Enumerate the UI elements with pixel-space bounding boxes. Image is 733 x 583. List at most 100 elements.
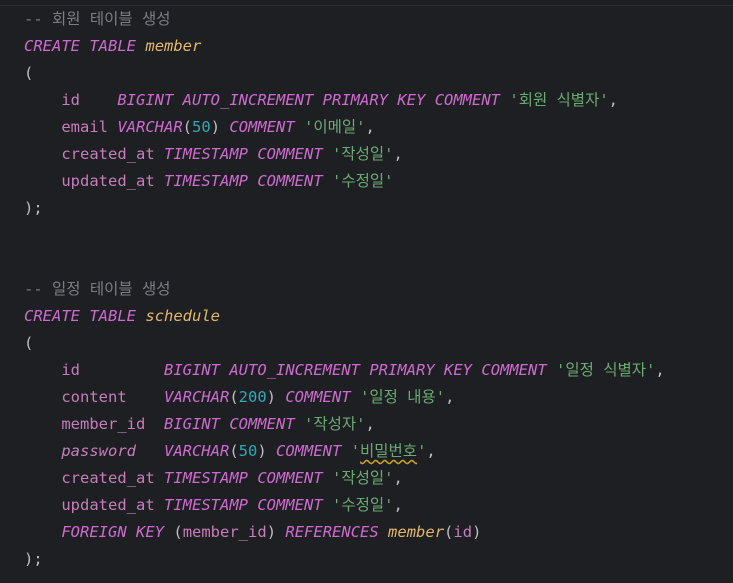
token-ws xyxy=(267,442,276,460)
token-ws xyxy=(425,91,434,109)
token-str: ' xyxy=(350,442,361,460)
code-line[interactable]: ); xyxy=(24,195,43,222)
token-ws xyxy=(323,469,332,487)
token-kw: COMMENT xyxy=(257,145,323,163)
token-ws xyxy=(295,118,304,136)
token-punct: , xyxy=(608,91,618,109)
code-line[interactable]: email VARCHAR(50) COMMENT '이메일', xyxy=(24,114,375,141)
code-line[interactable]: password VARCHAR(50) COMMENT '비밀번호', xyxy=(24,438,436,465)
token-name: member xyxy=(145,37,202,55)
code-line[interactable]: ( xyxy=(24,330,33,357)
token-ws xyxy=(24,523,61,541)
token-punct: , xyxy=(365,415,375,433)
token-str: '일정 내용' xyxy=(360,388,446,406)
token-field: created_at xyxy=(61,469,155,487)
token-ws xyxy=(248,172,257,190)
token-kw: PRIMARY xyxy=(369,361,435,379)
token-paren: ( xyxy=(229,388,239,406)
token-ws xyxy=(276,523,285,541)
token-punct: , xyxy=(426,442,436,460)
token-ws xyxy=(379,523,388,541)
token-field: updated_at xyxy=(61,496,155,514)
token-str: '회원 식별자' xyxy=(509,91,609,109)
token-field: updated_at xyxy=(61,172,155,190)
code-line[interactable]: member_id BIGINT COMMENT '작성자', xyxy=(24,411,375,438)
token-ws xyxy=(341,442,350,460)
token-kw: CREATE xyxy=(24,37,80,55)
token-paren: ) xyxy=(210,118,221,136)
token-punct: , xyxy=(655,361,665,379)
token-field: content xyxy=(61,388,127,406)
token-punct: , xyxy=(393,469,403,487)
token-kw: COMMENT xyxy=(481,361,547,379)
code-line[interactable]: CREATE TABLE schedule xyxy=(24,303,220,330)
token-ws xyxy=(24,469,61,487)
token-punct: , xyxy=(393,496,403,514)
code-editor[interactable]: -- 회원 테이블 생성 CREATE TABLE member ( id BIGI… xyxy=(0,0,733,583)
token-str: 비밀번호 xyxy=(360,442,418,460)
code-line[interactable]: CREATE TABLE member xyxy=(24,33,201,60)
code-line[interactable]: FOREIGN KEY (member_id) REFERENCES membe… xyxy=(24,519,481,546)
code-line[interactable]: -- 회원 테이블 생성 xyxy=(24,6,170,33)
token-num: 50 xyxy=(192,118,211,136)
token-paren: ) xyxy=(266,523,277,541)
token-str: '작성자' xyxy=(304,415,366,433)
token-kw: COMMENT xyxy=(257,469,323,487)
token-ws xyxy=(24,91,61,109)
token-name: member xyxy=(388,523,445,541)
token-field: created_at xyxy=(61,145,155,163)
token-ws xyxy=(155,145,164,163)
token-ws xyxy=(24,496,61,514)
token-num: 50 xyxy=(238,442,258,460)
token-str: '수정일' xyxy=(332,496,394,514)
token-str: '이메일' xyxy=(304,118,366,136)
token-kw: TIMESTAMP xyxy=(164,145,248,163)
token-kw: VARCHAR xyxy=(163,442,230,460)
code-line[interactable]: ( xyxy=(24,60,33,87)
token-paren: ( xyxy=(24,64,34,82)
token-str: '작성일' xyxy=(332,469,394,487)
token-ws xyxy=(360,361,369,379)
code-line[interactable]: updated_at TIMESTAMP COMMENT '수정일' xyxy=(24,168,393,195)
token-ws xyxy=(220,361,229,379)
token-ws xyxy=(127,388,164,406)
token-kw: COMMENT xyxy=(434,91,501,109)
token-paren: ( xyxy=(24,334,34,352)
token-name: schedule xyxy=(145,307,221,325)
token-comment: -- 회원 테이블 생성 xyxy=(24,10,171,28)
code-line[interactable]: created_at TIMESTAMP COMMENT '작성일', xyxy=(24,465,403,492)
token-kw: KEY xyxy=(136,523,164,541)
token-ws xyxy=(173,91,182,109)
code-line[interactable]: created_at TIMESTAMP COMMENT '작성일', xyxy=(24,141,402,168)
token-ws xyxy=(24,145,61,163)
token-paren: ( xyxy=(182,118,193,136)
token-kw: BIGINT xyxy=(117,91,174,109)
code-line[interactable]: updated_at TIMESTAMP COMMENT '수정일', xyxy=(24,492,403,519)
token-kw: COMMENT xyxy=(276,442,342,460)
token-ws xyxy=(323,172,332,190)
token-kw: CREATE xyxy=(24,307,80,325)
token-punct: , xyxy=(365,118,375,136)
token-kw: VARCHAR xyxy=(163,388,230,406)
token-kw: BIGINT xyxy=(164,361,220,379)
token-ws xyxy=(435,361,444,379)
token-kw: TABLE xyxy=(89,307,137,325)
token-ws xyxy=(220,415,229,433)
token-kw: REFERENCES xyxy=(285,523,379,541)
token-kw: KEY xyxy=(444,361,473,379)
code-line[interactable]: id BIGINT AUTO_INCREMENT PRIMARY KEY COM… xyxy=(24,357,665,384)
code-line[interactable]: -- 일정 테이블 생성 xyxy=(24,276,170,303)
token-ws xyxy=(248,145,257,163)
code-line[interactable]: content VARCHAR(200) COMMENT '일정 내용', xyxy=(24,384,454,411)
token-ws xyxy=(136,442,164,460)
code-line[interactable]: id BIGINT AUTO_INCREMENT PRIMARY KEY COM… xyxy=(24,87,618,114)
code-line[interactable]: ); xyxy=(24,546,43,573)
token-field: member_id xyxy=(182,523,267,541)
token-ws xyxy=(24,415,61,433)
token-paren: ( xyxy=(229,442,239,460)
token-ws xyxy=(136,307,145,325)
token-str: '일정 식별자' xyxy=(556,361,656,379)
token-kw: COMMENT xyxy=(285,388,351,406)
token-field: email xyxy=(61,118,108,136)
token-ws xyxy=(164,523,173,541)
